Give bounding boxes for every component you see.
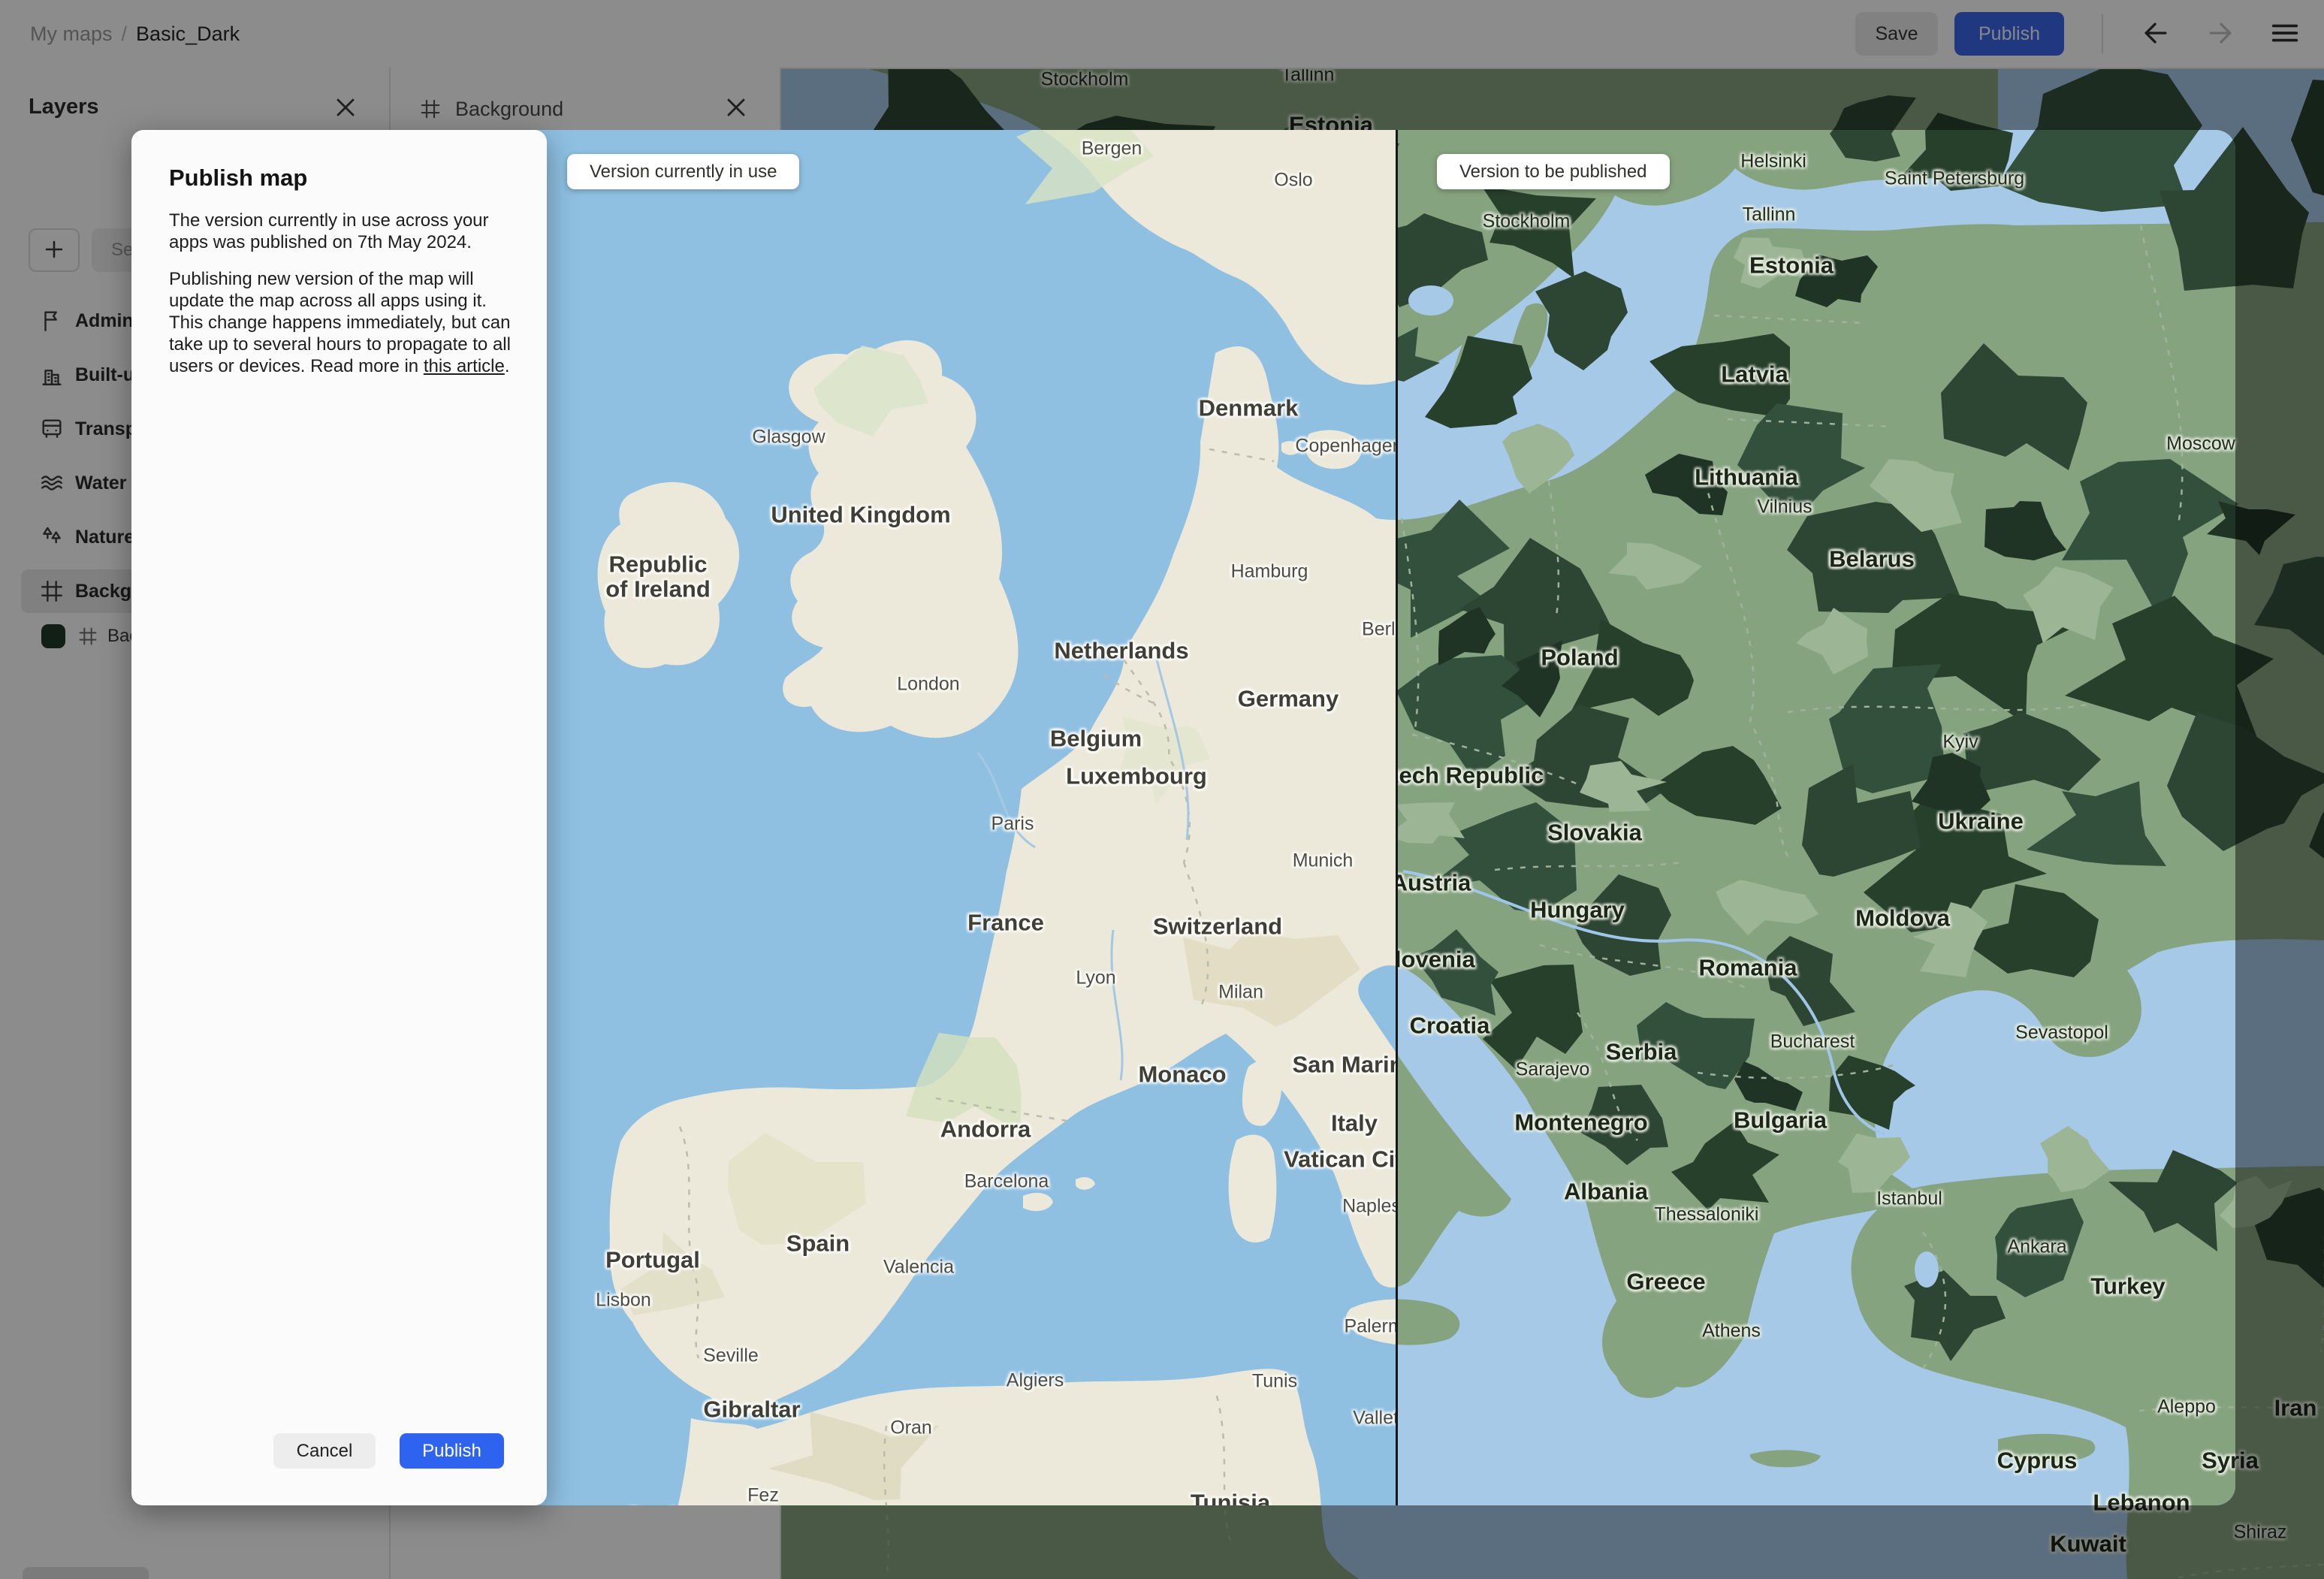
- map-label: Moscow: [2166, 433, 2235, 454]
- map-label: San Marino: [1292, 1051, 1397, 1078]
- map-new-version[interactable]: Stockholm Helsinki Saint Petersburg Tallinn…: [1397, 130, 2235, 1505]
- map-label: Aleppo: [2157, 1396, 2216, 1417]
- map-label: Istanbul: [1876, 1188, 1942, 1209]
- cancel-button[interactable]: Cancel: [273, 1433, 376, 1469]
- map-label: Sevastopol: [2015, 1022, 2108, 1043]
- map-label: Naples: [1342, 1195, 1397, 1217]
- map-label: Thessaloniki: [1654, 1203, 1759, 1225]
- map-label: Croatia: [1409, 1012, 1490, 1039]
- map-label: Bucharest: [1770, 1031, 1855, 1052]
- map-label: Estonia: [1749, 252, 1834, 279]
- map-label: Bergen: [1081, 137, 1142, 159]
- map-label: Valencia: [883, 1256, 955, 1278]
- map-label: Switzerland: [1152, 913, 1283, 940]
- modal-title: Publish map: [169, 165, 308, 191]
- map-label: Tallinn: [1742, 204, 1796, 225]
- map-label: Hungary: [1530, 896, 1625, 923]
- map-label: Fez: [747, 1484, 779, 1505]
- map-label: Belgium: [1049, 725, 1142, 752]
- map-label: Paris: [991, 813, 1034, 835]
- map-label: Portugal: [605, 1246, 700, 1273]
- map-label: Greece: [1626, 1268, 1706, 1295]
- modal-body: The version currently in use across your…: [169, 210, 516, 392]
- map-label: United Kingdom: [771, 501, 951, 528]
- map-label: Italy: [1330, 1110, 1378, 1137]
- publish-button-modal[interactable]: Publish: [400, 1433, 504, 1469]
- map-label: Palermo: [1344, 1315, 1397, 1337]
- map-label: Oslo: [1274, 169, 1313, 191]
- this-article-link[interactable]: this article: [424, 356, 505, 376]
- map-label: Seville: [703, 1345, 759, 1366]
- map-label: Saint Petersburg: [1884, 168, 2025, 189]
- map-label: Ankara: [2007, 1236, 2067, 1257]
- map-label: Monaco: [1138, 1061, 1227, 1088]
- map-label: Czech Republic: [1397, 762, 1544, 789]
- map-label: Helsinki: [1740, 150, 1806, 172]
- map-label: Slovenia: [1397, 946, 1475, 973]
- new-version-chip: Version to be published: [1437, 154, 1670, 189]
- map-label: Casablanca: [626, 1505, 726, 1506]
- map-label: Poland: [1541, 644, 1619, 671]
- map-label: Latvia: [1721, 361, 1788, 388]
- map-label: Stockholm: [1482, 210, 1571, 232]
- map-label: Spain: [786, 1230, 850, 1257]
- map-label: Milan: [1218, 981, 1263, 1003]
- map-label: Syria: [2202, 1447, 2235, 1474]
- map-label: Cyprus: [1997, 1447, 2078, 1474]
- map-label: Republic of Ireland: [605, 551, 711, 602]
- map-label: Hamburg: [1230, 560, 1308, 582]
- map-label: Montenegro: [1514, 1109, 1648, 1136]
- map-label: Albania: [1564, 1178, 1648, 1205]
- map-label: Lisbon: [596, 1289, 651, 1311]
- map-label: Andorra: [940, 1116, 1031, 1143]
- map-label: Copenhagen: [1295, 435, 1397, 457]
- map-label: Sarajevo: [1515, 1058, 1590, 1080]
- map-label: Kyiv: [1942, 731, 1978, 753]
- map-label: London: [897, 673, 960, 695]
- map-label: Germany: [1237, 685, 1339, 712]
- map-label: Athens: [1702, 1320, 1761, 1342]
- map-label: Barcelona: [964, 1170, 1049, 1192]
- map-label: Serbia: [1605, 1038, 1677, 1065]
- publish-map-modal: Publish map The version currently in use…: [131, 130, 547, 1505]
- map-label: Valletta: [1353, 1407, 1397, 1429]
- map-label: Glasgow: [752, 426, 825, 448]
- compare-divider: [1396, 130, 1398, 1505]
- modal-paragraph-1: The version currently in use across your…: [169, 210, 489, 252]
- map-label: Oran: [890, 1417, 932, 1439]
- map-label: Austria: [1397, 869, 1471, 896]
- map-label: Ukraine: [1938, 808, 2024, 835]
- map-label: Vatican City: [1284, 1146, 1397, 1173]
- map-label: Turkey: [2090, 1273, 2166, 1300]
- map-label: Lyon: [1076, 967, 1116, 989]
- map-label: Tunis: [1251, 1370, 1298, 1392]
- current-version-chip: Version currently in use: [567, 154, 800, 189]
- map-label: Belarus: [1829, 545, 1915, 572]
- map-label: Vilnius: [1757, 496, 1812, 518]
- map-label: Berlin: [1362, 618, 1397, 640]
- map-label: Gibraltar: [703, 1396, 801, 1423]
- map-label: Tunisia: [1190, 1489, 1271, 1505]
- map-label: Bulgaria: [1733, 1107, 1828, 1134]
- map-label: Lithuania: [1695, 463, 1798, 491]
- map-label: Moldova: [1855, 904, 1950, 931]
- map-label: Algiers: [1006, 1369, 1064, 1391]
- map-label: France: [967, 909, 1044, 936]
- map-label: Munich: [1292, 850, 1354, 871]
- map-label: Denmark: [1198, 394, 1299, 421]
- app-window: Stockholm Helsinki Saint Petersburg Tallinn…: [0, 0, 2324, 1579]
- version-compare-preview: Bergen Oslo Denmark Copenhagen Glasgow United…: [391, 130, 2235, 1505]
- map-label: Slovakia: [1547, 819, 1642, 846]
- modal-paragraph-2: Publishing new version of the map will u…: [169, 269, 511, 376]
- map-label: Lebanon: [2093, 1489, 2190, 1505]
- map-label: Luxembourg: [1066, 762, 1207, 790]
- map-label: Netherlands: [1054, 637, 1189, 664]
- map-label: Romania: [1698, 954, 1797, 981]
